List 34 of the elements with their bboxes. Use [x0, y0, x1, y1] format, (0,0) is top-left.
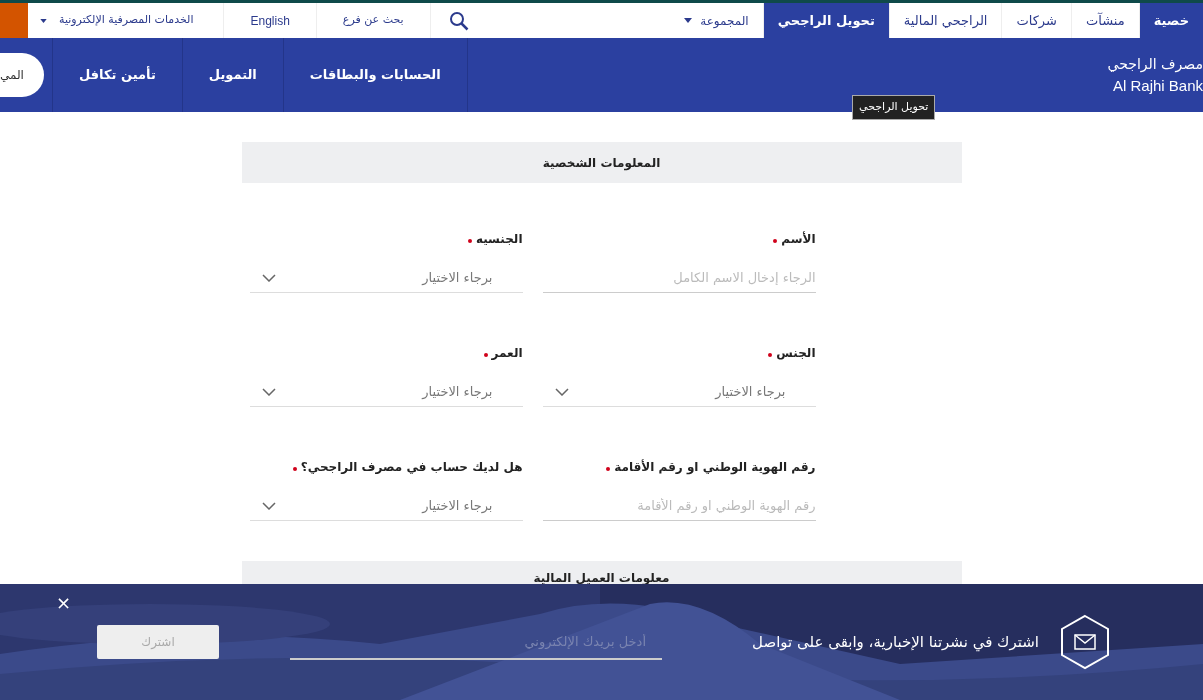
field-label: هل لديك حساب في مصرف الراجحي؟	[300, 459, 523, 476]
close-button[interactable]: ×	[56, 594, 72, 612]
field-label: الجنسيه	[475, 231, 523, 248]
main-menu-item[interactable]: الحسابات والبطاقات	[282, 38, 467, 112]
group-menu[interactable]: المجموعة	[670, 3, 763, 38]
field-label: الجنس	[776, 345, 816, 362]
select-field[interactable]: برجاء الاختيار	[249, 491, 523, 521]
chevron-down-icon	[554, 387, 569, 396]
field-label: رقم الهوية الوطني او رقم الأقامة	[614, 458, 816, 476]
select-field[interactable]: برجاء الاختيار	[249, 263, 523, 293]
menu-pill[interactable]: المي	[0, 53, 44, 97]
chevron-down-icon	[261, 273, 276, 282]
envelope-icon	[1059, 614, 1111, 670]
field-label: العمر	[491, 345, 523, 362]
brand-name: Al Rajhi Bank	[1111, 76, 1203, 96]
newsletter-text: اشترك في نشرتنا الإخبارية، وابقى على تواصل	[752, 631, 1039, 654]
section-header: المعلومات الشخصية	[241, 142, 962, 183]
input-field[interactable]: الرجاء إدخال الاسم الكامل	[542, 263, 816, 293]
caret-down-icon	[40, 18, 47, 23]
main-menu-item[interactable]: تأمين تكافل	[52, 38, 182, 112]
select-field[interactable]: برجاء الاختيار	[249, 377, 523, 407]
chevron-down-icon	[261, 387, 276, 396]
input-field[interactable]: رقم الهوية الوطني او رقم الأقامة	[542, 491, 816, 521]
field-label: الأسم	[781, 230, 816, 248]
search-icon[interactable]	[448, 10, 469, 31]
select-field[interactable]: برجاء الاختيار	[542, 377, 816, 407]
nav-tab[interactable]: تحويل الراجحي	[762, 3, 889, 38]
brand-name: مصرف الراجحي	[1106, 55, 1203, 75]
nav-tab[interactable]: خصية	[1138, 3, 1203, 38]
chevron-down-icon	[261, 501, 276, 510]
main-menu-item[interactable]: التمويل	[181, 38, 283, 112]
caret-down-icon	[684, 18, 693, 23]
tooltip: تحويل الراجحي	[852, 95, 936, 120]
e-banking-menu[interactable]: الخدمات المصرفية الإلكترونية	[28, 3, 224, 38]
